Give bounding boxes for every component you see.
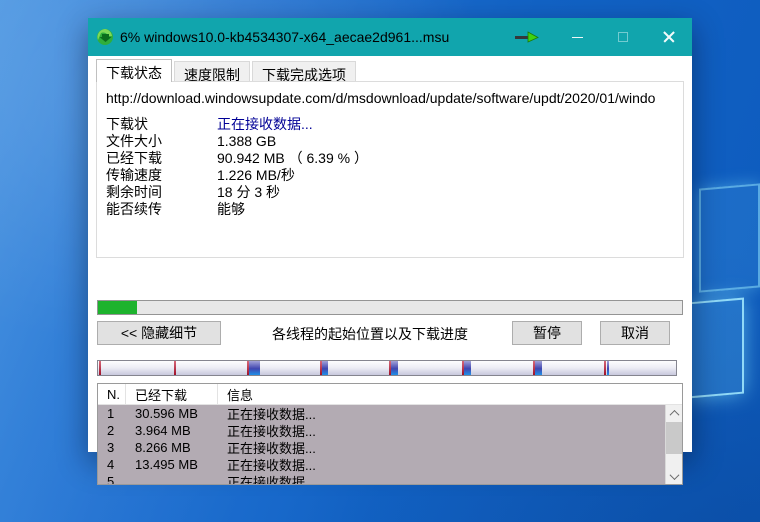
cell-info: 正在接收数据... [218, 472, 665, 484]
thread-start-tick [174, 361, 176, 375]
maximize-button[interactable] [600, 18, 646, 56]
column-header-info[interactable]: 信息 [218, 384, 682, 404]
download-dialog-window: 6% windows10.0-kb4534307-x64_aecae2d961.… [88, 18, 692, 452]
thread-progress-block [249, 361, 261, 375]
maximize-icon [618, 32, 628, 42]
hide-details-button[interactable]: << 隐藏细节 [97, 321, 221, 345]
status-row: 传输速度 1.226 MB/秒 [106, 166, 683, 183]
cell-downloaded: 3.964 MB [126, 423, 218, 438]
threads-table-header: N. 已经下载 信息 [98, 384, 682, 405]
status-value: 能够 [217, 199, 245, 219]
minimize-button[interactable] [554, 18, 600, 56]
thread-progress-block [391, 361, 398, 375]
column-header-downloaded[interactable]: 已经下载 [126, 384, 218, 404]
table-row[interactable]: 2 3.964 MB 正在接收数据... [98, 422, 665, 439]
chevron-down-icon [669, 470, 679, 480]
close-icon [663, 31, 675, 43]
cell-thread-number: 2 [98, 423, 126, 438]
table-row[interactable]: 5 正在接收数据... [98, 473, 665, 484]
table-row[interactable]: 4 13.495 MB 正在接收数据... [98, 456, 665, 473]
window-title: 6% windows10.0-kb4534307-x64_aecae2d961.… [120, 29, 514, 45]
thread-progress-block [322, 361, 328, 375]
table-scrollbar[interactable] [665, 405, 682, 484]
tab-bar: 下载状态 速度限制 下载完成选项 [96, 59, 356, 82]
status-row: 文件大小 1.388 GB [106, 132, 683, 149]
thread-progress-block [535, 361, 543, 375]
titlebar[interactable]: 6% windows10.0-kb4534307-x64_aecae2d961.… [88, 18, 692, 56]
scroll-down-button[interactable] [666, 468, 682, 484]
status-details: 下载状 正在接收数据... 文件大小 1.388 GB 已经下载 90.942 … [106, 115, 683, 217]
cancel-button[interactable]: 取消 [600, 321, 670, 345]
cell-thread-number: 4 [98, 457, 126, 472]
cell-downloaded: 30.596 MB [126, 406, 218, 421]
download-url: http://download.windowsupdate.com/d/msdo… [97, 82, 683, 106]
thread-strip [97, 360, 677, 376]
dialog-client-area: 下载状态 速度限制 下载完成选项 http://download.windows… [88, 56, 692, 452]
minimize-icon [572, 37, 583, 38]
cell-thread-number: 3 [98, 440, 126, 455]
pause-button[interactable]: 暂停 [512, 321, 582, 345]
status-row: 剩余时间 18 分 3 秒 [106, 183, 683, 200]
table-row[interactable]: 1 30.596 MB 正在接收数据... [98, 405, 665, 422]
cell-thread-number: 5 [98, 474, 126, 484]
thread-strip-caption: 各线程的起始位置以及下载进度 [238, 324, 502, 344]
status-panel: http://download.windowsupdate.com/d/msdo… [96, 81, 684, 258]
scroll-up-button[interactable] [666, 405, 682, 421]
idm-drop-target-arrow-icon[interactable] [514, 30, 540, 44]
overall-progress-fill [98, 301, 137, 314]
threads-table: N. 已经下载 信息 1 30.596 MB 正在接收数据... 2 3.964… [97, 383, 683, 485]
tab-download-status[interactable]: 下载状态 [96, 59, 172, 82]
status-value: 正在接收数据... [217, 114, 313, 134]
cell-downloaded: 8.266 MB [126, 440, 218, 455]
scrollbar-thumb[interactable] [666, 422, 682, 454]
overall-progress-bar [97, 300, 683, 315]
cell-downloaded: 13.495 MB [126, 457, 218, 472]
windows-logo-pane-bottom [688, 298, 744, 399]
table-row[interactable]: 3 8.266 MB 正在接收数据... [98, 439, 665, 456]
action-row: << 隐藏细节 各线程的起始位置以及下载进度 暂停 取消 [88, 321, 692, 345]
status-row: 已经下载 90.942 MB （ 6.39 % ） [106, 149, 683, 166]
status-value: 1.388 GB [217, 133, 276, 149]
thread-progress-block [607, 361, 609, 375]
desktop: { "colors": { "titlebar": "#11a5ad", "pr… [0, 0, 760, 522]
column-header-n[interactable]: N. [98, 384, 126, 404]
thread-progress-block [464, 361, 472, 375]
tab-on-complete-options[interactable]: 下载完成选项 [252, 61, 356, 82]
close-button[interactable] [646, 18, 692, 56]
tab-speed-limit[interactable]: 速度限制 [174, 61, 250, 82]
status-row: 能否续传 能够 [106, 200, 683, 217]
status-label: 能否续传 [106, 199, 217, 219]
windows-logo-pane-top [699, 183, 760, 292]
threads-table-body: 1 30.596 MB 正在接收数据... 2 3.964 MB 正在接收数据.… [98, 405, 665, 484]
cell-thread-number: 1 [98, 406, 126, 421]
chevron-up-icon [669, 409, 679, 419]
idm-app-icon [96, 28, 114, 46]
thread-start-tick [99, 361, 101, 375]
status-row: 下载状 正在接收数据... [106, 115, 683, 132]
